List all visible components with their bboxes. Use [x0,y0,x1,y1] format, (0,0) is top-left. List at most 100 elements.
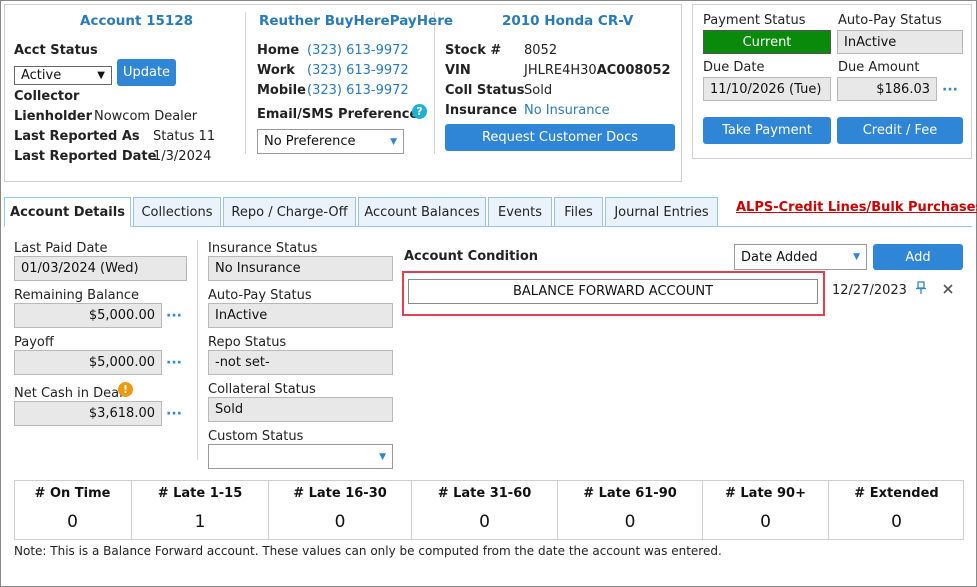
stat-value: 0 [479,512,490,532]
stat-value: 0 [67,512,78,532]
stock-label: Stock # [445,43,502,58]
payoff-more-icon[interactable]: ··· [166,356,182,370]
stat-label: # Late 16-30 [293,486,387,501]
chevron-down-icon: ▼ [97,70,105,81]
payoff-label: Payoff [14,335,54,350]
stock-value: 8052 [524,43,558,58]
condition-sort-select[interactable]: Date Added ▼ [734,244,867,270]
due-amount-more-icon[interactable]: ··· [942,83,958,97]
acct-status-label: Acct Status [14,43,98,58]
payment-status-badge: Current [703,30,831,54]
last-paid-date-field: 01/03/2024 (Wed) [14,256,187,281]
condition-entry-field[interactable]: BALANCE FORWARD ACCOUNT [408,279,818,304]
payoff-field: $5,000.00 [14,350,162,375]
net-cash-label: Net Cash in Deal [14,386,123,401]
condition-sort-value: Date Added [741,249,818,265]
insurance-status-label: Insurance Status [208,241,318,256]
stat-label: # Extended [854,486,939,501]
stat-label: # Late 1-15 [157,486,243,501]
insurance-link[interactable]: No Insurance [524,103,610,118]
update-button[interactable]: Update [117,59,176,86]
stat-value: 0 [334,512,346,532]
repo-status-label: Repo Status [208,335,287,350]
tab-events[interactable]: Events [488,197,552,227]
payment-status-value: Current [742,34,792,50]
sms-preference-label: Email/SMS Preference [257,107,419,122]
work-phone-label: Work [257,63,295,78]
request-customer-docs-button[interactable]: Request Customer Docs [445,124,675,151]
vin-label: VIN [445,63,471,78]
remaining-balance-field: $5,000.00 [14,303,162,328]
due-date-field: 11/10/2026 (Tue) [703,77,831,101]
sms-preference-select[interactable]: No Preference ▼ [257,129,404,154]
vin-suffix: AC008052 [596,63,671,78]
condition-entry-date: 12/27/2023 [832,283,907,298]
customer-title[interactable]: Reuther BuyHerePayHere [259,13,453,29]
net-cash-more-icon[interactable]: ··· [166,407,182,421]
insurance-label: Insurance [445,103,518,118]
acct-status-select[interactable]: Active ▼ [14,66,112,85]
vin-prefix: JHLRE4H30 [524,63,597,78]
due-amount-field: $186.03 [837,77,937,101]
stat-label: # Late 90+ [724,486,806,501]
sms-preference-value: No Preference [264,134,356,149]
last-reported-date-label: Last Reported Date [14,149,157,164]
divider [245,12,246,154]
tab-journal-entries[interactable]: Journal Entries [605,197,718,227]
autopay-status-label: Auto-Pay Status [838,13,942,28]
vehicle-title[interactable]: 2010 Honda CR-V [502,13,633,29]
coll-status-label: Coll Status [445,83,525,98]
account-condition-title: Account Condition [404,249,538,264]
close-icon[interactable] [942,283,954,295]
warning-icon[interactable]: ! [118,382,133,397]
last-reported-as-value: Status 11 [153,129,216,144]
stat-value: 1 [194,512,206,532]
autopay-status-detail-field: InActive [208,303,393,328]
credit-fee-button[interactable]: Credit / Fee [837,117,963,144]
stat-label: # On Time [34,486,111,501]
home-phone-link[interactable]: (323) 613-9972 [307,43,409,58]
account-title[interactable]: Account 15128 [80,13,193,29]
help-icon[interactable]: ? [412,104,427,119]
remaining-balance-label: Remaining Balance [14,288,140,303]
stat-value: 0 [760,512,771,532]
remaining-balance-more-icon[interactable]: ··· [166,309,182,323]
last-reported-date-value: 1/3/2024 [153,149,212,164]
lienholder-label: Lienholder [14,109,92,124]
mobile-phone-link[interactable]: (323) 613-9972 [307,83,409,98]
payment-status-label: Payment Status [703,13,806,28]
custom-status-select[interactable]: ▼ [208,444,393,469]
chevron-down-icon: ▼ [379,451,386,462]
chevron-down-icon: ▼ [853,252,860,262]
tab-collections[interactable]: Collections [133,197,221,227]
stat-on-time: # On Time 0 [14,480,132,540]
stat-late-90-plus: # Late 90+ 0 [703,480,829,540]
stat-late-16-30: # Late 16-30 0 [269,480,412,540]
add-condition-button[interactable]: Add [873,244,963,270]
home-phone-label: Home [257,43,300,58]
due-date-label: Due Date [703,60,765,75]
stat-label: # Late 31-60 [437,486,532,501]
condition-entry-text: BALANCE FORWARD ACCOUNT [512,284,714,299]
coll-status-value: Sold [524,83,553,98]
vin-value: JHLRE4H30AC008052 [524,63,671,78]
alps-credit-lines-link[interactable]: ALPS-Credit Lines/Bulk Purchases [736,200,977,215]
take-payment-button[interactable]: Take Payment [703,117,831,144]
autopay-status-detail-label: Auto-Pay Status [208,288,312,303]
stat-value: 0 [891,512,902,532]
work-phone-link[interactable]: (323) 613-9972 [307,63,409,78]
custom-status-label: Custom Status [208,429,304,444]
autopay-status-field: InActive [837,30,963,54]
divider [197,240,198,460]
collateral-status-label: Collateral Status [208,382,316,397]
tab-account-details[interactable]: Account Details [4,197,131,227]
collateral-status-field: Sold [208,397,393,422]
tab-repo-charge-off[interactable]: Repo / Charge-Off [223,197,356,227]
balance-forward-note: Note: This is a Balance Forward account.… [14,544,722,558]
stat-late-1-15: # Late 1-15 1 [132,480,269,540]
tab-files[interactable]: Files [554,197,603,227]
chevron-down-icon: ▼ [390,136,397,147]
pin-icon[interactable] [915,281,927,295]
tab-account-balances[interactable]: Account Balances [358,197,486,227]
net-cash-field: $3,618.00 [14,401,162,426]
